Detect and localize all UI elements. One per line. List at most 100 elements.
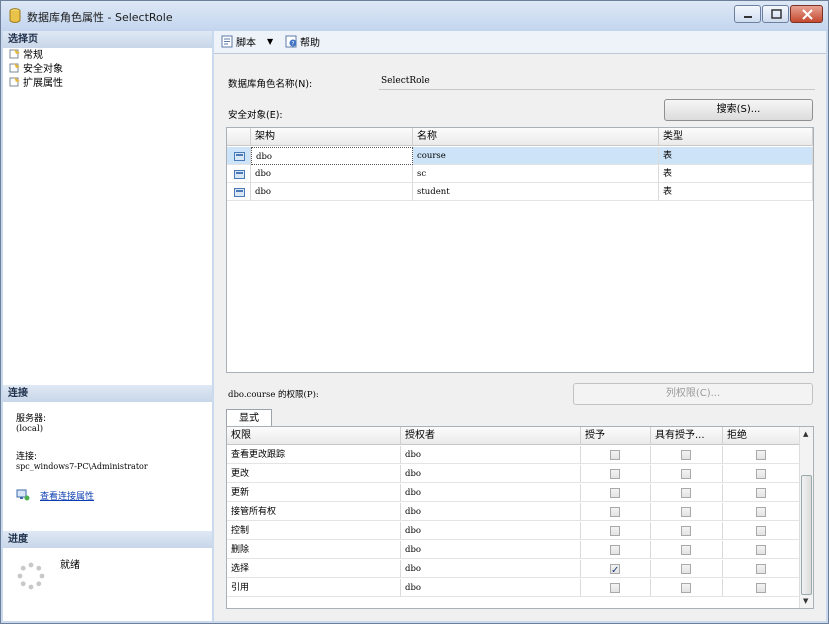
cell-permission[interactable]: 更改 — [227, 465, 401, 483]
tab-explicit[interactable]: 显式 — [226, 409, 272, 427]
cell-permission[interactable]: 删除 — [227, 541, 401, 559]
cell-grant — [581, 522, 651, 540]
grant-checkbox[interactable] — [610, 545, 620, 555]
page-icon — [9, 63, 20, 73]
with-grant-checkbox[interactable] — [681, 507, 691, 517]
column-header-with-grant[interactable]: 具有授予... — [651, 427, 723, 445]
securables-grid: 架构 名称 类型 dbo course 表 dbo sc 表 dbo stude… — [226, 127, 814, 373]
securables-label: 安全对象(E): — [228, 110, 283, 121]
view-connection-link[interactable]: 查看连接属性 — [16, 489, 94, 502]
cell-permission[interactable]: 控制 — [227, 522, 401, 540]
with-grant-checkbox[interactable] — [681, 488, 691, 498]
permission-row[interactable]: 选择 dbo — [227, 560, 813, 578]
permission-row[interactable]: 更改 dbo — [227, 465, 813, 483]
cell-grantor[interactable]: dbo — [401, 579, 581, 597]
cell-type[interactable]: 表 — [659, 147, 813, 165]
cell-permission[interactable]: 更新 — [227, 484, 401, 502]
scroll-up-arrow-icon[interactable]: ▲ — [803, 430, 808, 438]
table-row[interactable]: dbo sc 表 — [227, 165, 813, 183]
cell-permission[interactable]: 选择 — [227, 560, 401, 578]
grant-checkbox[interactable] — [610, 450, 620, 460]
with-grant-checkbox[interactable] — [681, 450, 691, 460]
scroll-down-arrow-icon[interactable]: ▼ — [803, 597, 808, 605]
with-grant-checkbox[interactable] — [681, 564, 691, 574]
search-button[interactable]: 搜索(S)... — [664, 99, 813, 121]
permission-row[interactable]: 查看更改跟踪 dbo — [227, 446, 813, 464]
nav-item-general[interactable]: 常规 — [9, 48, 43, 62]
progress-spinner-icon — [17, 562, 45, 590]
cell-name[interactable]: course — [413, 147, 659, 165]
with-grant-checkbox[interactable] — [681, 526, 691, 536]
with-grant-checkbox[interactable] — [681, 469, 691, 479]
grant-checkbox[interactable] — [610, 562, 620, 577]
column-permissions-button[interactable]: 列权限(C)... — [573, 383, 813, 405]
deny-checkbox[interactable] — [756, 545, 766, 555]
cell-permission[interactable]: 接管所有权 — [227, 503, 401, 521]
permission-row[interactable]: 更新 dbo — [227, 484, 813, 502]
column-header-schema[interactable]: 架构 — [251, 128, 413, 146]
grant-checkbox[interactable] — [610, 526, 620, 536]
deny-checkbox[interactable] — [756, 450, 766, 460]
connection-properties-icon — [16, 489, 30, 501]
permission-row[interactable]: 控制 dbo — [227, 522, 813, 540]
help-button[interactable]: ? 帮助 — [285, 35, 320, 49]
table-row[interactable]: dbo student 表 — [227, 183, 813, 201]
cell-grantor[interactable]: dbo — [401, 560, 581, 578]
cell-grantor[interactable]: dbo — [401, 465, 581, 483]
scroll-thumb[interactable] — [801, 475, 812, 595]
cell-name[interactable]: student — [413, 183, 659, 201]
with-grant-checkbox[interactable] — [681, 583, 691, 593]
deny-checkbox[interactable] — [756, 583, 766, 593]
column-header-type[interactable]: 类型 — [659, 128, 813, 146]
cell-name[interactable]: sc — [413, 165, 659, 183]
cell-grantor[interactable]: dbo — [401, 484, 581, 502]
permissions-scrollbar[interactable]: ▲ ▼ — [799, 427, 813, 608]
cell-permission[interactable]: 查看更改跟踪 — [227, 446, 401, 464]
permission-row[interactable]: 引用 dbo — [227, 579, 813, 597]
cell-schema[interactable]: dbo — [251, 147, 413, 165]
with-grant-checkbox[interactable] — [681, 545, 691, 555]
cell-grantor[interactable]: dbo — [401, 522, 581, 540]
minimize-button[interactable] — [734, 5, 761, 23]
nav-item-securables[interactable]: 安全对象 — [9, 62, 63, 76]
cell-schema[interactable]: dbo — [251, 165, 413, 183]
cell-schema[interactable]: dbo — [251, 183, 413, 201]
grant-checkbox[interactable] — [610, 469, 620, 479]
script-button[interactable]: 脚本 — [221, 35, 256, 49]
table-row[interactable]: dbo course 表 — [227, 147, 813, 165]
maximize-icon — [771, 9, 782, 19]
deny-checkbox[interactable] — [756, 488, 766, 498]
nav-item-extended-properties[interactable]: 扩展属性 — [9, 76, 63, 90]
close-button[interactable] — [790, 5, 823, 23]
grant-checkbox[interactable] — [610, 507, 620, 517]
deny-checkbox[interactable] — [756, 507, 766, 517]
cell-grantor[interactable]: dbo — [401, 446, 581, 464]
minimize-icon — [744, 16, 752, 18]
cell-type[interactable]: 表 — [659, 183, 813, 201]
deny-checkbox[interactable] — [756, 564, 766, 574]
column-header-deny[interactable]: 拒绝 — [723, 427, 801, 445]
maximize-button[interactable] — [762, 5, 789, 23]
cell-grant — [581, 484, 651, 502]
close-icon — [802, 9, 813, 20]
connection-label: 连接: — [16, 452, 38, 462]
cell-deny — [723, 579, 801, 597]
grant-checkbox[interactable] — [610, 583, 620, 593]
role-name-field[interactable]: SelectRole — [379, 73, 815, 90]
column-header-grant[interactable]: 授予 — [581, 427, 651, 445]
deny-checkbox[interactable] — [756, 526, 766, 536]
permission-row[interactable]: 删除 dbo — [227, 541, 813, 559]
deny-checkbox[interactable] — [756, 469, 766, 479]
grant-checkbox[interactable] — [610, 488, 620, 498]
column-header-name[interactable]: 名称 — [413, 128, 659, 146]
cell-grantor[interactable]: dbo — [401, 503, 581, 521]
permission-row[interactable]: 接管所有权 dbo — [227, 503, 813, 521]
title-bar[interactable]: 数据库角色属性 - SelectRole — [1, 1, 828, 31]
column-header-permission[interactable]: 权限 — [227, 427, 401, 445]
cell-type[interactable]: 表 — [659, 165, 813, 183]
cell-permission[interactable]: 引用 — [227, 579, 401, 597]
cell-deny — [723, 560, 801, 578]
cell-grantor[interactable]: dbo — [401, 541, 581, 559]
script-dropdown-icon[interactable]: ▼ — [267, 35, 273, 49]
column-header-grantor[interactable]: 授权者 — [401, 427, 581, 445]
